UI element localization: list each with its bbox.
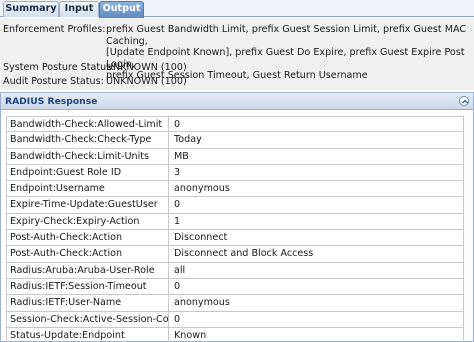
table-row: Endpoint:Guest Role ID 3 [6,164,464,182]
attribute-value-cell: 0 [174,280,181,292]
attribute-name-cell: Bandwidth-Check:Check-Type [7,132,169,148]
attribute-name-cell: Post-Auth-Check:Action [7,246,169,262]
attribute-name-cell: Expiry-Check:Expiry-Action [7,213,169,230]
system-posture-label: System Posture Status: [3,62,115,73]
attribute-value-cell: 0 [174,313,181,325]
attribute-name-cell: Radius:IETF:User-Name [7,295,169,311]
attribute-name-cell: Expire-Time-Update:GuestUser [7,197,169,213]
attribute-value-cell: Known [174,329,207,341]
attribute-value-cell: Today [174,134,202,146]
table-row: Session-Check:Active-Session-Count 0 [6,311,464,328]
table-row: Post-Auth-Check:Action Disconnect [6,230,464,247]
attribute-value-cell: MB [174,150,189,162]
table-row: Post-Auth-Check:Action Disconnect and Blo… [6,246,464,263]
attribute-value-cell: 0 [174,199,181,211]
table-row: Bandwidth-Check:Limit-Units MB [6,148,464,165]
attribute-value-cell: anonymous [174,297,230,309]
audit-posture-value: UNKNOWN (100) [106,76,187,87]
table-row: Expire-Time-Update:GuestUser 0 [6,197,464,214]
attribute-value-cell: 0 [174,119,181,130]
attribute-name-cell: Radius:Aruba:Aruba-User-Role [7,262,169,278]
attribute-value-cell: 3 [174,166,181,178]
radius-response-title: RADIUS Response [5,96,98,107]
attribute-name-cell: Bandwidth-Check:Allowed-Limit [7,117,169,132]
attribute-value-cell: Disconnect [174,232,228,244]
request-summary-panel: Enforcement Profiles: prefix Guest Bandw… [0,18,474,90]
table-row: Radius:Aruba:Aruba-User-Role all [6,262,464,279]
table-row: Expiry-Check:Expiry-Action 1 [6,213,464,231]
table-row: Status-Update:Endpoint Known [6,327,464,342]
tab-input[interactable]: Input [59,1,99,17]
attribute-name-cell: Post-Auth-Check:Action [7,230,169,246]
attribute-name-cell: Status-Update:Endpoint [7,327,169,342]
attribute-value-cell: all [174,264,186,276]
table-row: Bandwidth-Check:Check-Type Today [6,132,464,149]
attribute-name-cell: Radius:IETF:Session-Timeout [7,278,169,295]
radius-response-section: RADIUS Response Bandwidth-Check:Allowed-… [0,92,474,342]
attribute-name-cell: Session-Check:Active-Session-Count [7,311,169,327]
radius-attributes-table: Bandwidth-Check:Allowed-Limit 0 Bandwidth-… [6,116,464,342]
enforcement-profiles-label: Enforcement Profiles: [3,24,106,35]
radius-response-header[interactable]: RADIUS Response [1,93,473,110]
tab-output[interactable]: Output [99,1,144,18]
attribute-name-cell: Endpoint:Username [7,181,169,197]
system-posture-value: UNKNOWN (100) [106,62,187,73]
attribute-name-cell: Endpoint:Guest Role ID [7,164,169,181]
attribute-value-cell: anonymous [174,183,230,195]
table-row: Bandwidth-Check:Allowed-Limit 0 [6,116,464,133]
table-row: Radius:IETF:User-Name anonymous [6,295,464,312]
table-row: Endpoint:Username anonymous [6,181,464,198]
collapse-icon[interactable] [459,96,469,106]
attribute-value-cell: Disconnect and Block Access [174,248,314,260]
tab-bar: Summary Input Output [0,0,474,18]
tab-summary[interactable]: Summary [3,1,59,17]
table-row: Radius:IETF:Session-Timeout 0 [6,278,464,296]
attribute-value-cell: 1 [174,215,181,227]
audit-posture-label: Audit Posture Status: [3,76,104,87]
attribute-name-cell: Bandwidth-Check:Limit-Units [7,148,169,164]
enforcement-profiles-line: prefix Guest Bandwidth Limit, prefix Gue… [106,24,467,47]
